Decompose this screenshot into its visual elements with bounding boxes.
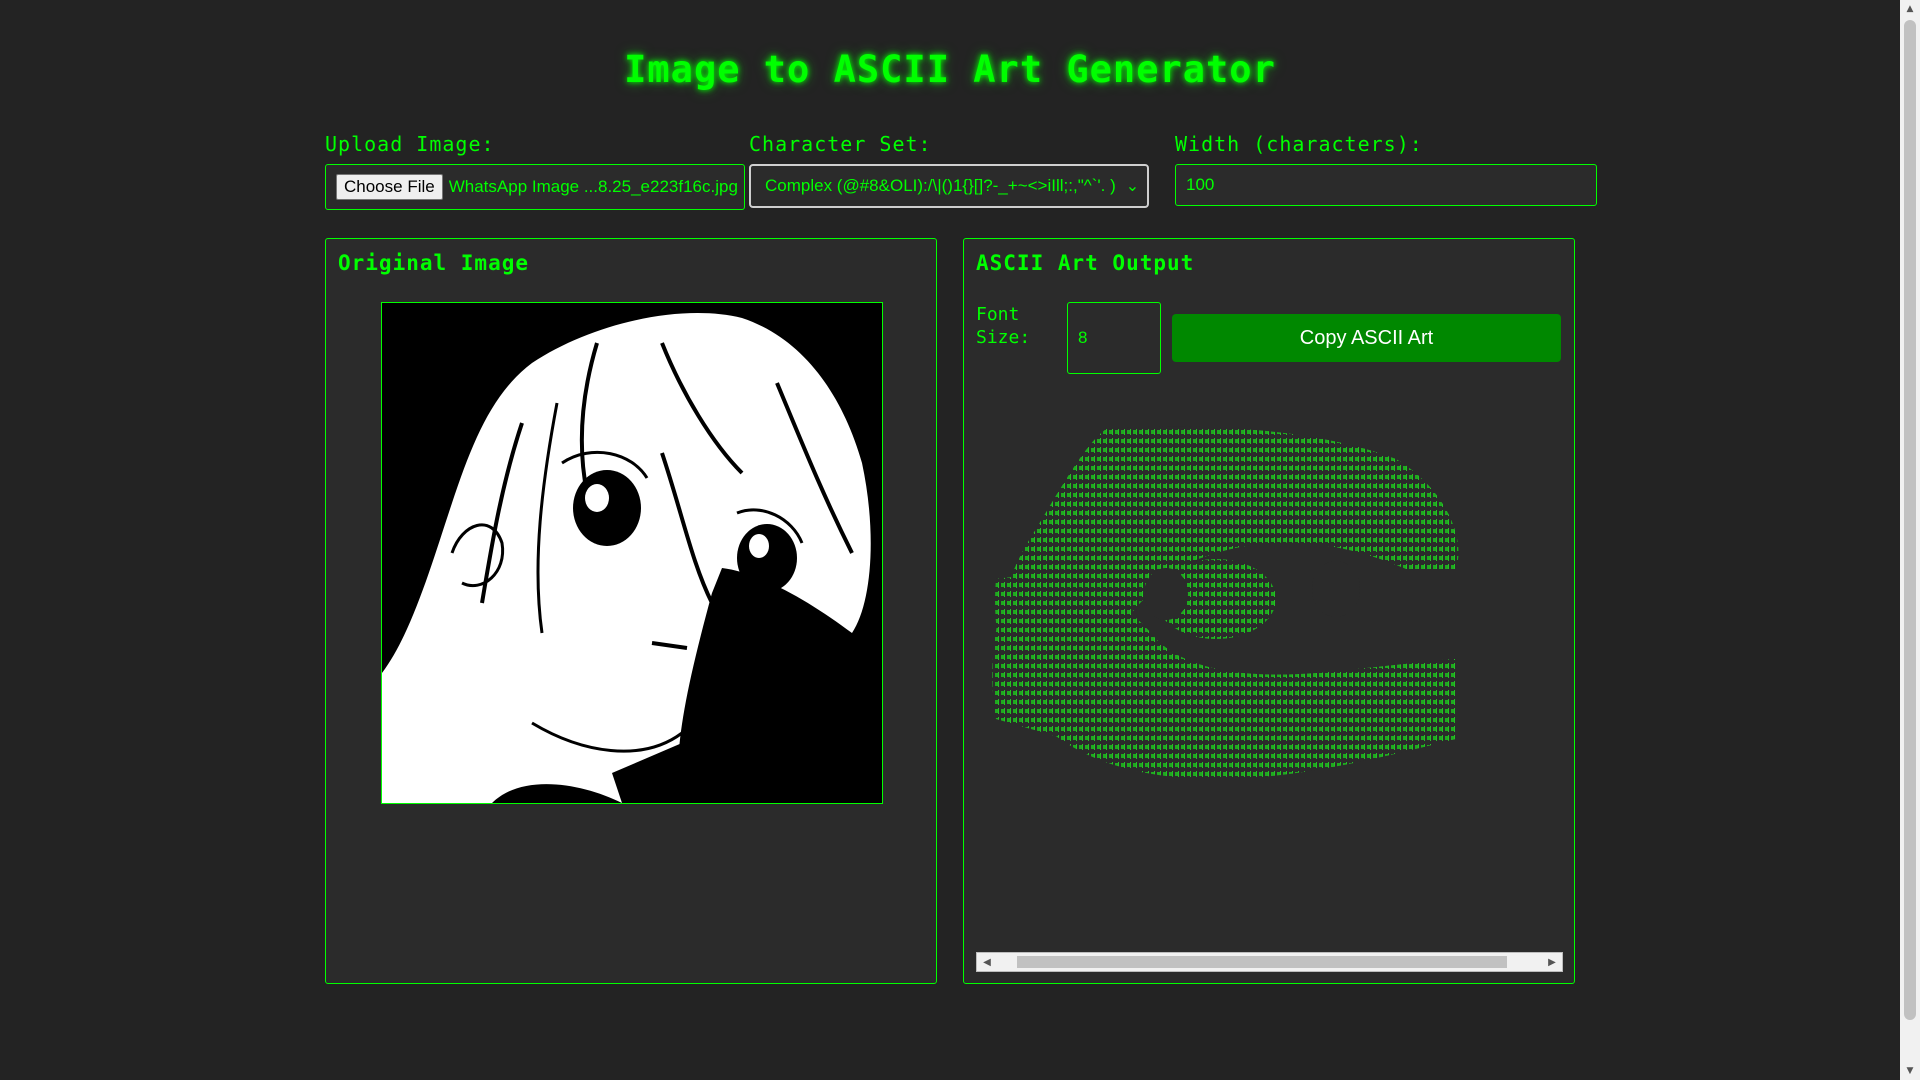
scroll-right-arrow-icon[interactable]: ▶	[1542, 953, 1562, 971]
font-size-label: Font Size:	[976, 304, 1031, 348]
width-control: Width (characters): 100	[1175, 132, 1597, 206]
page-title: Image to ASCII Art Generator	[624, 48, 1276, 91]
scroll-left-arrow-icon[interactable]: ◀	[977, 953, 997, 971]
scroll-up-arrow-icon[interactable]: ▲	[1900, 0, 1920, 18]
charset-label: Character Set:	[749, 132, 932, 156]
width-label: Width (characters):	[1175, 132, 1423, 156]
charset-control: Character Set: Complex (@#8&OLI):/\|()1{…	[749, 132, 1149, 208]
upload-label: Upload Image:	[325, 132, 495, 156]
ascii-output-panel: ASCII Art Output Font Size: 8 Copy ASCII…	[963, 238, 1575, 984]
file-input[interactable]: Choose File WhatsApp Image ...8.25_e223f…	[325, 164, 745, 210]
scroll-down-arrow-icon[interactable]: ▼	[1900, 1062, 1920, 1080]
choose-file-button[interactable]: Choose File	[336, 174, 443, 200]
original-image-title: Original Image	[338, 251, 530, 275]
horizontal-scrollbar[interactable]: ◀ ▶	[976, 952, 1563, 972]
vertical-scrollbar[interactable]: ▲ ▼	[1900, 0, 1920, 1080]
ascii-art-output	[976, 419, 1563, 787]
charset-select[interactable]: Complex (@#8&OLI):/\|()1{}[]?-_+~<>iIll;…	[749, 164, 1149, 208]
page: Image to ASCII Art Generator Upload Imag…	[0, 0, 1920, 1080]
chevron-down-icon: ⌄	[1125, 178, 1140, 195]
original-image	[381, 302, 883, 804]
original-image-panel: Original Image	[325, 238, 937, 984]
original-image-drawing	[382, 303, 882, 803]
ascii-output-title: ASCII Art Output	[976, 251, 1195, 275]
width-input[interactable]: 100	[1175, 164, 1597, 206]
vertical-scroll-thumb[interactable]	[1904, 20, 1916, 1020]
file-name: WhatsApp Image ...8.25_e223f16c.jpg	[448, 177, 738, 196]
ascii-art-render	[976, 419, 1563, 787]
upload-control: Upload Image: Choose File WhatsApp Image…	[325, 132, 745, 210]
copy-ascii-button[interactable]: Copy ASCII Art	[1172, 314, 1561, 362]
font-size-input[interactable]: 8	[1067, 302, 1161, 374]
scroll-thumb[interactable]	[1017, 956, 1507, 968]
charset-selected-value: Complex (@#8&OLI):/\|()1{}[]?-_+~<>iIll;…	[765, 176, 1116, 195]
